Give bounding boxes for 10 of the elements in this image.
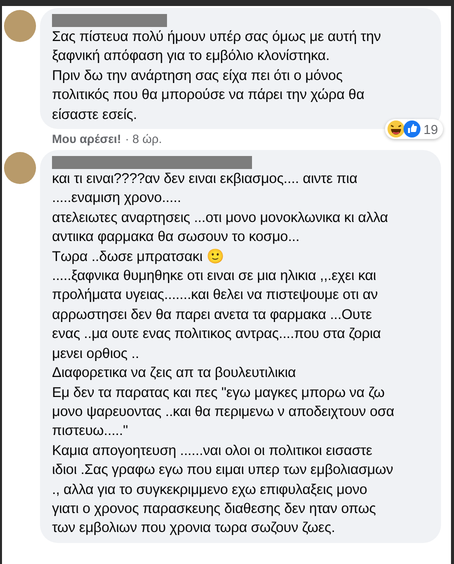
reactions-badge[interactable]: 19 [384, 119, 443, 140]
laughing-face-icon [386, 120, 405, 138]
avatar[interactable] [4, 152, 36, 184]
comment-text: και τι ειναι????αν δεν ειναι εκβιασμος.... αιντε πια .....εναμιση χρονο..... ατελειωτες αναρτησεις ...οτι μονο μονοκλωνικα κι αλλα αντιικα φαρμακα θα σωσουν το κοσμο... Τωρα ..δωσε μπρατσακι 🙂 .....ξαφνικα θυμηθηκε οτι ειναι σε μια ηλικια ,,.εχει και προλήματα υγειας.......και θελει να πιστεψουμε οτι αν αρρωστησει δεν θα παρει ανετα τα φαρμακα ...Ουτε ενας ..μα ουτε ενας πολιτικος αντρας....που στα ζορια μενει ορθιος .. Διαφορετικα να ζεις απ τα βουλευτιλικια Εμ δεν τα παρατας και πες "εγω μαγκες μπορω να ζω μονο ψαρευοντας ..και θα περιμενω ν αποδειχτουν οσα πιστευω....." Καμια απογοητευση ......ναι ολοι οι πολιτικοι εισαστε ιδιοι .Σας γραφω εγω που ειμαι υπερ των εμβολιασμων ., αλλα για το συγκεκριμμενο εχω επιφυλαξεις μονο γιατι ο χρονος παρασκευης διαθεσης δεν ηταν οπως των εμβολιων που χρονια τωρα σωζουν ζωες. [52, 170, 396, 538]
avatar[interactable] [4, 10, 36, 42]
comment-time: · 8 ώρ. [125, 132, 162, 146]
thumbs-up-icon [402, 120, 421, 138]
comment-text: Σας πίστευα πολύ ήμουν υπέρ σας όμως με αυτή την ξαφνική απόφαση για το εμβόλιο κλονίστηκα. Πριν δω την ανάρτηση σας είχα πει ότι ο μόνος πολιτικός που θα μπορούσε να πάρει την χώρα θα είσαστε εσείς. [52, 28, 382, 125]
reaction-count: 19 [424, 122, 438, 137]
like-link[interactable]: Μου αρέσει! [52, 132, 122, 146]
